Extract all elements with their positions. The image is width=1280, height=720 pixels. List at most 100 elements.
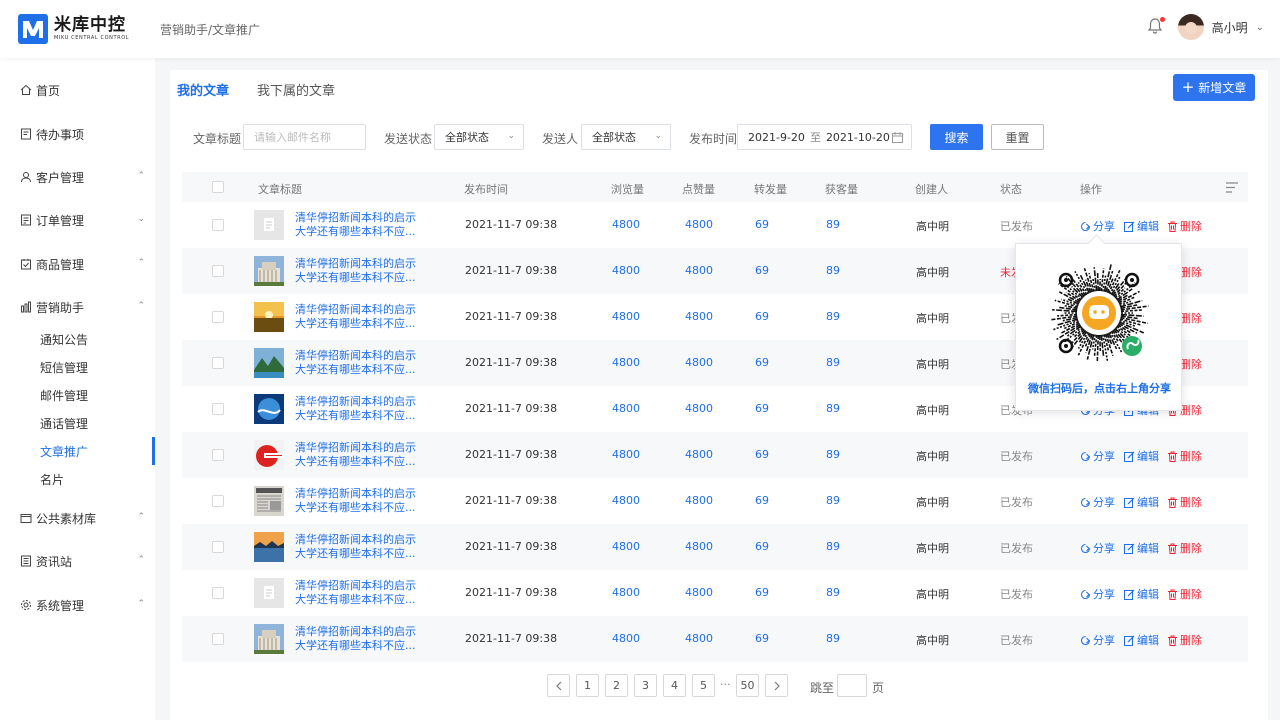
row-checkbox[interactable] — [212, 541, 224, 553]
share-button[interactable]: 分享 — [1080, 494, 1115, 510]
shares-count[interactable]: 69 — [755, 586, 769, 599]
sidebar-subitem-notice[interactable]: 通知公告 — [0, 325, 155, 353]
sidebar-item-goods[interactable]: 商品管理 ⌃ — [0, 249, 155, 279]
views-count[interactable]: 4800 — [612, 356, 640, 369]
page-3-button[interactable]: 3 — [634, 674, 657, 697]
edit-button[interactable]: 编辑 — [1124, 448, 1159, 464]
row-checkbox[interactable] — [212, 219, 224, 231]
share-button[interactable]: 分享 — [1080, 632, 1115, 648]
avatar[interactable] — [1177, 14, 1204, 40]
article-title-link[interactable]: 清华停招新闻本科的启示 大学还有哪些本科不应... — [295, 579, 425, 607]
likes-count[interactable]: 4800 — [685, 448, 713, 461]
row-checkbox[interactable] — [212, 449, 224, 461]
sidebar-subitem-sms[interactable]: 短信管理 — [0, 353, 155, 381]
leads-count[interactable]: 89 — [826, 540, 840, 553]
delete-button[interactable]: 删除 — [1167, 586, 1202, 602]
views-count[interactable]: 4800 — [612, 402, 640, 415]
row-checkbox[interactable] — [212, 265, 224, 277]
leads-count[interactable]: 89 — [826, 310, 840, 323]
shares-count[interactable]: 69 — [755, 218, 769, 231]
jump-page-input[interactable] — [837, 674, 867, 697]
edit-button[interactable]: 编辑 — [1124, 218, 1159, 234]
tab-subordinate-articles[interactable]: 我下属的文章 — [257, 80, 335, 99]
row-checkbox[interactable] — [212, 495, 224, 507]
row-checkbox[interactable] — [212, 587, 224, 599]
shares-count[interactable]: 69 — [755, 402, 769, 415]
shares-count[interactable]: 69 — [755, 494, 769, 507]
row-checkbox[interactable] — [212, 633, 224, 645]
likes-count[interactable]: 4800 — [685, 310, 713, 323]
likes-count[interactable]: 4800 — [685, 632, 713, 645]
sidebar-subitem-calls[interactable]: 通话管理 — [0, 409, 155, 437]
views-count[interactable]: 4800 — [612, 264, 640, 277]
article-title-link[interactable]: 清华停招新闻本科的启示 大学还有哪些本科不应... — [295, 625, 425, 653]
shares-count[interactable]: 69 — [755, 632, 769, 645]
new-article-button[interactable]: + 新增文章 — [1173, 74, 1255, 101]
article-title-link[interactable]: 清华停招新闻本科的启示 大学还有哪些本科不应... — [295, 303, 425, 331]
sidebar-item-home[interactable]: 首页 — [0, 75, 155, 105]
delete-button[interactable]: 删除 — [1167, 632, 1202, 648]
sidebar-subitem-article-promotion[interactable]: 文章推广 — [0, 437, 155, 465]
likes-count[interactable]: 4800 — [685, 586, 713, 599]
page-1-button[interactable]: 1 — [576, 674, 599, 697]
delete-button[interactable]: 删除 — [1167, 448, 1202, 464]
edit-button[interactable]: 编辑 — [1124, 586, 1159, 602]
sidebar-item-marketing[interactable]: 营销助手 ⌃ — [0, 292, 155, 322]
article-title-link[interactable]: 清华停招新闻本科的启示 大学还有哪些本科不应... — [295, 533, 425, 561]
article-title-link[interactable]: 清华停招新闻本科的启示 大学还有哪些本科不应... — [295, 211, 425, 239]
select-all-checkbox[interactable] — [212, 181, 224, 193]
likes-count[interactable]: 4800 — [685, 494, 713, 507]
article-title-link[interactable]: 清华停招新闻本科的启示 大学还有哪些本科不应... — [295, 395, 425, 423]
next-page-button[interactable] — [765, 674, 788, 697]
row-checkbox[interactable] — [212, 357, 224, 369]
sidebar-item-customers[interactable]: 客户管理 ⌃ — [0, 162, 155, 192]
status-select[interactable]: 全部状态 ⌄ — [434, 124, 524, 150]
prev-page-button[interactable] — [547, 674, 570, 697]
sidebar-item-materials[interactable]: 公共素材库 ⌃ — [0, 503, 155, 533]
page-last-button[interactable]: 50 — [736, 674, 759, 697]
shares-count[interactable]: 69 — [755, 448, 769, 461]
page-5-button[interactable]: 5 — [692, 674, 715, 697]
likes-count[interactable]: 4800 — [685, 402, 713, 415]
wechat-mini-program-qr-code[interactable] — [1044, 258, 1154, 368]
page-2-button[interactable]: 2 — [605, 674, 628, 697]
shares-count[interactable]: 69 — [755, 540, 769, 553]
chevron-down-icon[interactable]: ⌄ — [1256, 22, 1264, 33]
sidebar-item-news[interactable]: 资讯站 ⌃ — [0, 546, 155, 576]
leads-count[interactable]: 89 — [826, 356, 840, 369]
likes-count[interactable]: 4800 — [685, 264, 713, 277]
shares-count[interactable]: 69 — [755, 310, 769, 323]
leads-count[interactable]: 89 — [826, 402, 840, 415]
sidebar-subitem-card[interactable]: 名片 — [0, 465, 155, 493]
likes-count[interactable]: 4800 — [685, 218, 713, 231]
share-button[interactable]: 分享 — [1080, 448, 1115, 464]
sidebar-item-todo[interactable]: 待办事项 — [0, 119, 155, 149]
edit-button[interactable]: 编辑 — [1124, 540, 1159, 556]
shares-count[interactable]: 69 — [755, 356, 769, 369]
share-button[interactable]: 分享 — [1080, 586, 1115, 602]
share-button[interactable]: 分享 — [1080, 540, 1115, 556]
article-title-link[interactable]: 清华停招新闻本科的启示 大学还有哪些本科不应... — [295, 441, 425, 469]
shares-count[interactable]: 69 — [755, 264, 769, 277]
edit-button[interactable]: 编辑 — [1124, 632, 1159, 648]
tab-my-articles[interactable]: 我的文章 — [177, 80, 229, 99]
article-title-link[interactable]: 清华停招新闻本科的启示 大学还有哪些本科不应... — [295, 257, 425, 285]
edit-button[interactable]: 编辑 — [1124, 494, 1159, 510]
delete-button[interactable]: 删除 — [1167, 218, 1202, 234]
article-title-link[interactable]: 清华停招新闻本科的启示 大学还有哪些本科不应... — [295, 349, 425, 377]
sender-select[interactable]: 全部状态 ⌄ — [581, 124, 671, 150]
app-logo[interactable]: 米库中控 MIKU CENTRAL CONTROL — [18, 14, 129, 44]
sidebar-subitem-email[interactable]: 邮件管理 — [0, 381, 155, 409]
user-name[interactable]: 高小明 — [1212, 19, 1248, 36]
leads-count[interactable]: 89 — [826, 494, 840, 507]
row-checkbox[interactable] — [212, 311, 224, 323]
views-count[interactable]: 4800 — [612, 632, 640, 645]
column-settings-icon[interactable] — [1226, 182, 1238, 193]
views-count[interactable]: 4800 — [612, 448, 640, 461]
leads-count[interactable]: 89 — [826, 264, 840, 277]
views-count[interactable]: 4800 — [612, 586, 640, 599]
sidebar-item-system[interactable]: 系统管理 ⌃ — [0, 590, 155, 620]
delete-button[interactable]: 删除 — [1167, 494, 1202, 510]
views-count[interactable]: 4800 — [612, 218, 640, 231]
views-count[interactable]: 4800 — [612, 540, 640, 553]
